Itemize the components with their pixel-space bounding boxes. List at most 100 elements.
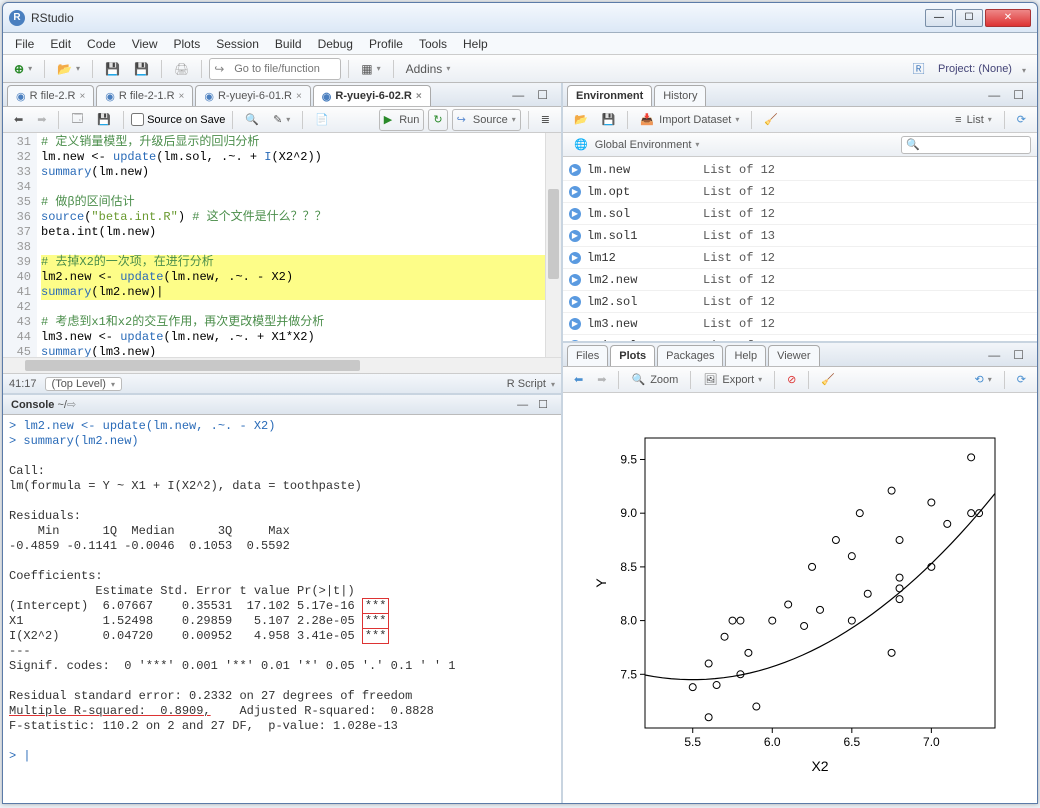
maximize-pane-icon[interactable]: ☐ [533, 394, 553, 416]
goto-file-function[interactable]: ↪ [209, 58, 341, 80]
save-button[interactable]: 💾 [100, 58, 125, 80]
source-tab[interactable]: ◉R file-2-1.R× [96, 85, 193, 106]
main-toolbar: ⊕ 📂 💾 💾 🖨 ↪ ▦ Addins 🅁 Project: (None) [3, 55, 1037, 83]
maximize-pane-icon[interactable]: ☐ [1008, 84, 1029, 106]
tab-packages[interactable]: Packages [657, 345, 723, 366]
remove-plot-icon[interactable]: ⊘ [782, 369, 801, 391]
source-on-save-checkbox[interactable]: Source on Save [131, 113, 225, 126]
prev-plot-icon[interactable]: ⬅ [569, 369, 588, 391]
outline-button[interactable]: ≣ [536, 109, 555, 131]
close-icon[interactable]: × [416, 91, 422, 102]
source-button[interactable]: ↪ Source [452, 109, 521, 131]
source-tab[interactable]: ◉R-yueyi-6-01.R× [195, 85, 310, 106]
scope-selector[interactable]: 🌐 Global Environment [569, 134, 704, 156]
wand-button[interactable]: ✎ [268, 109, 295, 131]
load-workspace-icon[interactable]: 📂 [569, 109, 593, 131]
svg-text:5.5: 5.5 [684, 735, 701, 749]
menu-plots[interactable]: Plots [166, 34, 209, 54]
horizontal-scrollbar[interactable] [3, 357, 561, 373]
minimize-pane-icon[interactable]: — [983, 344, 1005, 366]
forward-button[interactable]: ➡ [32, 109, 51, 131]
svg-text:8.0: 8.0 [620, 614, 637, 628]
refresh-icon[interactable]: ⟳ [1012, 109, 1031, 131]
scope-selector[interactable]: (Top Level) [45, 377, 123, 391]
close-button[interactable]: ✕ [985, 9, 1031, 27]
close-icon[interactable]: × [79, 91, 85, 102]
goto-file-input[interactable] [230, 59, 340, 79]
app-icon: R [9, 10, 25, 26]
vertical-scrollbar[interactable] [545, 133, 561, 357]
svg-text:8.5: 8.5 [620, 560, 637, 574]
rerun-button[interactable]: ↻ [428, 109, 447, 131]
env-item[interactable]: ▶lm.optList of 12 [563, 181, 1037, 203]
console-header: Console ~/ ⇨ — ☐ [3, 393, 561, 415]
svg-text:7.5: 7.5 [620, 667, 637, 681]
zoom-button[interactable]: 🔍 Zoom [626, 369, 683, 391]
tab-help[interactable]: Help [725, 345, 766, 366]
close-icon[interactable]: × [179, 91, 185, 102]
menu-profile[interactable]: Profile [361, 34, 411, 54]
show-in-new-window-icon[interactable]: 🗔 [66, 109, 88, 131]
clear-workspace-icon[interactable]: 🧹 [759, 109, 783, 131]
next-plot-icon[interactable]: ➡ [592, 369, 611, 391]
console[interactable]: > lm2.new <- update(lm.new, .~. - X2) > … [3, 415, 561, 803]
env-item[interactable]: ▶lm.newList of 12 [563, 159, 1037, 181]
refresh-icon[interactable]: ⟳ [1012, 369, 1031, 391]
menu-help[interactable]: Help [455, 34, 496, 54]
tab-plots[interactable]: Plots [610, 345, 655, 366]
plots-toolbar: ⬅ ➡ 🔍 Zoom 🖼 Export ⊘ 🧹 ⟲ ⟳ [563, 367, 1037, 393]
svg-text:9.5: 9.5 [620, 452, 637, 466]
source-tab-active[interactable]: ◉R-yueyi-6-02.R× [313, 85, 431, 106]
maximize-button[interactable]: ☐ [955, 9, 983, 27]
publish-icon[interactable]: ⟲ [970, 369, 997, 391]
tab-files[interactable]: Files [567, 345, 608, 366]
minimize-pane-icon[interactable]: — [507, 84, 529, 106]
maximize-pane-icon[interactable]: ☐ [1008, 344, 1029, 366]
tab-history[interactable]: History [654, 85, 706, 106]
save-workspace-icon[interactable]: 💾 [597, 109, 621, 131]
menu-tools[interactable]: Tools [411, 34, 455, 54]
addins-button[interactable]: Addins [401, 58, 456, 80]
language-selector[interactable]: R Script [507, 378, 555, 390]
env-item[interactable]: ▶lm2.solList of 12 [563, 291, 1037, 313]
save-button[interactable]: 💾 [92, 109, 116, 131]
tab-environment[interactable]: Environment [567, 85, 652, 106]
env-item[interactable]: ▶lm2.newList of 12 [563, 269, 1037, 291]
environment-list[interactable]: ▶lm.newList of 12▶lm.optList of 12▶lm.so… [563, 157, 1037, 341]
print-button[interactable]: 🖨 [169, 58, 194, 80]
minimize-button[interactable]: — [925, 9, 953, 27]
menu-debug[interactable]: Debug [310, 34, 361, 54]
save-all-button[interactable]: 💾 [129, 58, 154, 80]
run-button[interactable]: ▶ Run [379, 109, 425, 131]
menu-edit[interactable]: Edit [42, 34, 79, 54]
menu-session[interactable]: Session [208, 34, 267, 54]
open-file-button[interactable]: 📂 [52, 58, 85, 80]
compile-button[interactable]: 📄 [310, 109, 334, 131]
env-item[interactable]: ▶lm.solList of 12 [563, 203, 1037, 225]
menu-file[interactable]: File [7, 34, 42, 54]
find-button[interactable]: 🔍 [240, 109, 264, 131]
plot-canvas: 5.56.06.57.07.58.08.59.09.5X2Y [563, 393, 1037, 803]
menu-build[interactable]: Build [267, 34, 310, 54]
maximize-pane-icon[interactable]: ☐ [532, 84, 553, 106]
close-icon[interactable]: × [296, 91, 302, 102]
code-editor[interactable]: 31323334353637383940414243444546 # 定义销量模… [3, 133, 561, 357]
back-button[interactable]: ⬅ [9, 109, 28, 131]
new-file-button[interactable]: ⊕ [9, 58, 37, 80]
import-dataset-button[interactable]: 📥 Import Dataset [635, 109, 744, 131]
env-item[interactable]: ▶lm.sol1List of 13 [563, 225, 1037, 247]
tab-viewer[interactable]: Viewer [768, 345, 819, 366]
view-mode-button[interactable]: ≡ List [950, 109, 997, 131]
env-search-input[interactable] [901, 136, 1031, 154]
env-item[interactable]: ▶lm12List of 12 [563, 247, 1037, 269]
menu-code[interactable]: Code [79, 34, 124, 54]
env-item[interactable]: ▶lm3.newList of 12 [563, 313, 1037, 335]
source-tab[interactable]: ◉R file-2.R× [7, 85, 94, 106]
export-button[interactable]: 🖼 Export [698, 369, 767, 391]
minimize-pane-icon[interactable]: — [512, 394, 533, 416]
project-menu[interactable]: 🅁 Project: (None) [908, 58, 1031, 80]
minimize-pane-icon[interactable]: — [983, 84, 1005, 106]
grid-button[interactable]: ▦ [356, 58, 385, 80]
clear-plots-icon[interactable]: 🧹 [816, 369, 840, 391]
menu-view[interactable]: View [124, 34, 166, 54]
